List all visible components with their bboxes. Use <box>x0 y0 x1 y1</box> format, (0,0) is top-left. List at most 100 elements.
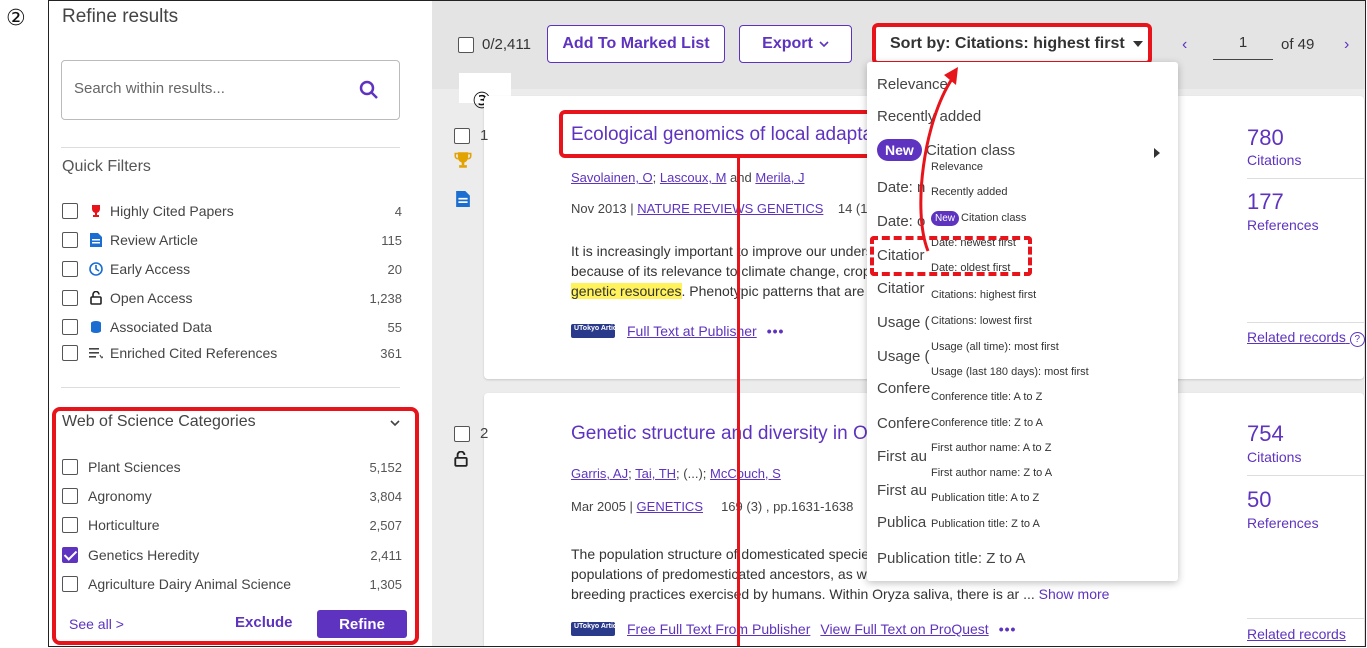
related-records-label[interactable]: Related records <box>1247 329 1346 345</box>
more-options-icon[interactable]: ••• <box>767 323 785 339</box>
divider <box>61 147 400 148</box>
citation-count[interactable]: 780 <box>1247 125 1284 151</box>
sort-option-small: Conference title: A to Z <box>931 391 1043 403</box>
checkbox[interactable] <box>62 517 78 533</box>
related-records-link[interactable]: Related records ? <box>1247 329 1365 347</box>
sort-option-small: Citations: lowest first <box>931 315 1032 327</box>
category-horticulture[interactable]: Horticulture 2,507 <box>62 514 402 536</box>
exclude-button[interactable]: Exclude <box>235 614 293 631</box>
author-link[interactable]: McCouch, S <box>710 466 781 481</box>
filter-enriched-cited-refs[interactable]: Enriched Cited References 361 <box>62 342 402 364</box>
category-label: Genetics Heredity <box>88 547 200 563</box>
annotation-line <box>737 157 740 646</box>
references-label[interactable]: References <box>1247 217 1319 233</box>
checkbox[interactable] <box>62 232 78 248</box>
show-more-link[interactable]: Show more <box>1039 586 1110 602</box>
filter-review-article[interactable]: Review Article 115 <box>62 229 402 251</box>
author-link[interactable]: Lascoux, M <box>660 170 726 185</box>
sort-option-small: Usage (last 180 days): most first <box>931 366 1089 378</box>
chevron-down-icon[interactable] <box>389 419 401 427</box>
filter-early-access[interactable]: Early Access 20 <box>62 258 402 280</box>
citations-label[interactable]: Citations <box>1247 152 1301 168</box>
sort-option-small: Conference title: Z to A <box>931 417 1043 429</box>
wos-results-page: Refine results Quick Filters Highly Cite… <box>48 0 1366 647</box>
checkbox[interactable] <box>62 290 78 306</box>
annotation-arrow <box>919 67 958 252</box>
citations-label[interactable]: Citations <box>1247 449 1301 465</box>
sort-option[interactable]: Usage ( <box>877 314 930 331</box>
author-separator: ; <box>652 170 657 185</box>
refine-button[interactable]: Refine <box>317 610 407 638</box>
utokyo-article-link-logo[interactable]: UTokyo Article Link <box>571 324 615 338</box>
references-label[interactable]: References <box>1247 515 1319 531</box>
category-genetics-heredity[interactable]: Genetics Heredity 2,411 <box>62 544 402 566</box>
journal-link[interactable]: GENETICS <box>637 499 703 514</box>
divider <box>1247 178 1365 179</box>
journal-link[interactable]: NATURE REVIEWS GENETICS <box>637 201 823 216</box>
record-checkbox[interactable] <box>454 128 470 144</box>
add-to-marked-list-button[interactable]: Add To Marked List <box>547 25 725 63</box>
sort-option[interactable]: Confere <box>877 415 930 432</box>
see-all-link[interactable]: See all > <box>69 616 124 632</box>
pub-date: Mar 2005 <box>571 499 626 514</box>
search-within-box[interactable] <box>61 60 400 120</box>
author-link[interactable]: Savolainen, O <box>571 170 653 185</box>
record-links: UTokyo Article Link Free Full Text From … <box>571 621 1016 637</box>
search-within-input[interactable] <box>74 80 334 97</box>
related-records-link[interactable]: Related records <box>1247 626 1346 642</box>
filter-open-access[interactable]: Open Access 1,238 <box>62 287 402 309</box>
search-icon[interactable] <box>359 80 379 100</box>
citation-count[interactable]: 754 <box>1247 421 1284 447</box>
record-authors: Garris, AJ; Tai, TH; (...); McCouch, S <box>571 466 781 481</box>
category-agri-dairy-animal[interactable]: Agriculture Dairy Animal Science 1,305 <box>62 573 402 595</box>
filter-count: 55 <box>387 319 402 335</box>
sort-option-small: Usage (all time): most first <box>931 341 1059 353</box>
author-link[interactable]: Merila, J <box>755 170 804 185</box>
more-options-icon[interactable]: ••• <box>999 621 1017 637</box>
checkbox[interactable] <box>62 459 78 475</box>
record-meta: Mar 2005 | GENETICS 169 (3) , pp.1631-16… <box>571 499 854 514</box>
free-full-text-link[interactable]: Free Full Text From Publisher <box>627 621 810 637</box>
checkbox[interactable] <box>62 576 78 592</box>
checkbox[interactable] <box>62 261 78 277</box>
category-count: 5,152 <box>369 459 402 475</box>
filter-highly-cited[interactable]: Highly Cited Papers 4 <box>62 200 402 222</box>
sort-option[interactable]: Citatior <box>877 280 925 297</box>
category-plant-sciences[interactable]: Plant Sciences 5,152 <box>62 456 402 478</box>
category-count: 2,507 <box>369 517 402 533</box>
filter-associated-data[interactable]: Associated Data 55 <box>62 316 402 338</box>
sort-option[interactable]: Confere <box>877 380 930 397</box>
author-link[interactable]: Tai, TH <box>635 466 676 481</box>
utokyo-article-link-logo[interactable]: UTokyo Article Link <box>571 622 615 636</box>
select-all-checkbox[interactable] <box>458 37 474 53</box>
reference-count[interactable]: 50 <box>1247 487 1271 513</box>
sort-option[interactable]: First au <box>877 482 927 499</box>
author-link[interactable]: Garris, AJ <box>571 466 628 481</box>
divider <box>1247 618 1365 619</box>
abstract-line: It is increasingly important to improve … <box>571 243 893 259</box>
checkbox[interactable] <box>62 488 78 504</box>
checkbox-checked[interactable] <box>62 547 78 563</box>
sort-option[interactable]: Publication title: Z to A <box>877 550 1025 567</box>
category-agronomy[interactable]: Agronomy 3,804 <box>62 485 402 507</box>
next-page-icon[interactable]: › <box>1344 36 1349 54</box>
checkbox[interactable] <box>62 203 78 219</box>
sort-option-small: Publication title: A to Z <box>931 492 1040 504</box>
filter-count: 20 <box>387 261 402 277</box>
wos-categories-title[interactable]: Web of Science Categories <box>62 413 256 431</box>
record-title-link[interactable]: Ecological genomics of local adaptation <box>571 124 904 146</box>
sort-by-dropdown[interactable]: Sort by: Citations: highest first <box>872 23 1152 65</box>
prev-page-icon[interactable]: ‹ <box>1182 36 1187 54</box>
sort-option[interactable]: Publica <box>877 514 926 531</box>
checkbox[interactable] <box>62 319 78 335</box>
proquest-link[interactable]: View Full Text on ProQuest <box>820 621 988 637</box>
page-number-input[interactable]: 1 <box>1213 34 1273 60</box>
checkbox[interactable] <box>62 345 78 361</box>
divider <box>61 387 400 388</box>
help-icon[interactable]: ? <box>1349 332 1365 347</box>
record-checkbox[interactable] <box>454 426 470 442</box>
reference-count[interactable]: 177 <box>1247 189 1284 215</box>
sort-option[interactable]: Usage ( <box>877 348 930 365</box>
export-button[interactable]: Export <box>739 25 852 63</box>
sort-option[interactable]: First au <box>877 448 927 465</box>
